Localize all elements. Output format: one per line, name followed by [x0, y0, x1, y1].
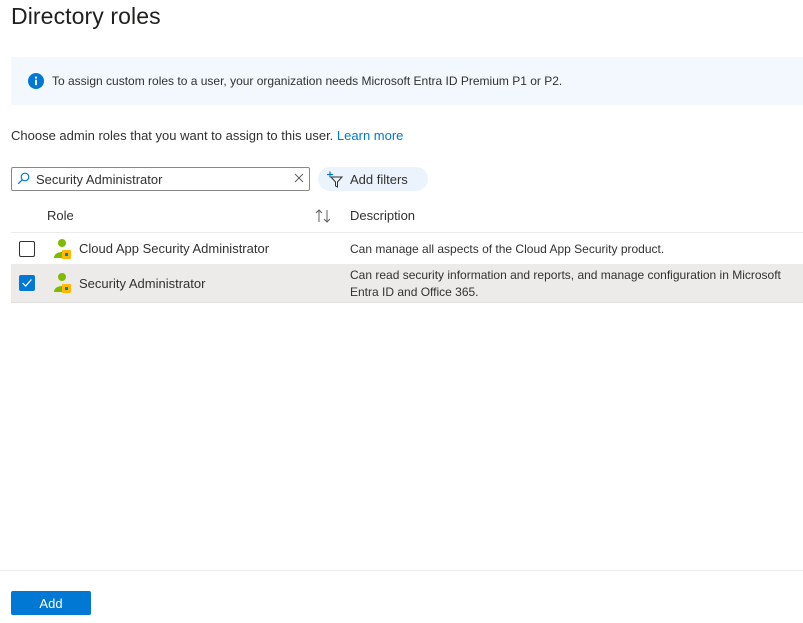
checkmark-icon — [22, 279, 32, 287]
column-header-role[interactable]: Role — [47, 208, 74, 223]
add-button[interactable]: Add — [11, 591, 91, 615]
role-description: Can manage all aspects of the Cloud App … — [350, 242, 665, 256]
sort-icon[interactable] — [314, 208, 332, 224]
role-icon — [54, 273, 71, 293]
search-input[interactable]: Security Administrator — [11, 167, 310, 191]
add-filters-label: Add filters — [350, 172, 408, 187]
row-checkbox-checked[interactable] — [19, 275, 35, 291]
learn-more-link[interactable]: Learn more — [337, 128, 403, 143]
intro-text: Choose admin roles that you want to assi… — [11, 128, 403, 143]
add-filters-button[interactable]: Add filters — [318, 167, 428, 191]
role-name[interactable]: Cloud App Security Administrator — [79, 241, 269, 256]
table-header: Role Description — [11, 200, 803, 233]
filter-add-icon — [327, 171, 344, 188]
roles-table: Role Description Cloud App Security Admi… — [11, 200, 803, 303]
clear-search-icon[interactable] — [293, 172, 305, 184]
search-icon — [17, 172, 30, 185]
role-icon — [54, 239, 71, 259]
info-message: To assign custom roles to a user, your o… — [52, 74, 563, 88]
row-checkbox[interactable] — [19, 241, 35, 257]
column-header-description: Description — [350, 208, 416, 223]
role-description: Can read security information and report… — [350, 268, 781, 299]
info-icon — [28, 73, 44, 89]
info-banner: To assign custom roles to a user, your o… — [11, 57, 803, 105]
footer-divider — [0, 570, 803, 571]
table-row[interactable]: Cloud App Security Administrator Can man… — [11, 233, 803, 265]
search-value[interactable]: Security Administrator — [36, 172, 162, 187]
intro-label: Choose admin roles that you want to assi… — [11, 128, 334, 143]
role-name[interactable]: Security Administrator — [79, 276, 205, 291]
page-title: Directory roles — [11, 3, 161, 29]
table-row-selected[interactable]: Security Administrator Can read security… — [11, 265, 803, 303]
